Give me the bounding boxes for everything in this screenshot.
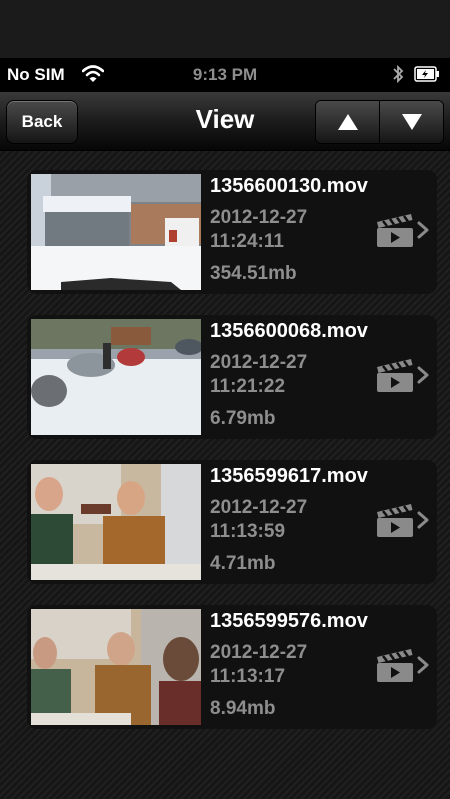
video-list-item[interactable]: 1356599576.mov 2012-12-27 11:13:17 8.94m… [27, 605, 437, 729]
video-filename: 1356599617.mov [210, 465, 368, 487]
navigation-bar: Back View [0, 92, 450, 151]
battery-charging-icon [414, 66, 439, 82]
video-list-item[interactable]: 1356600068.mov 2012-12-27 11:21:22 6.79m… [27, 315, 437, 439]
back-button[interactable]: Back [6, 100, 78, 144]
chevron-right-icon [417, 511, 429, 529]
video-size: 4.71mb [210, 553, 276, 574]
clapperboard-icon [377, 649, 413, 682]
video-thumbnail [31, 319, 201, 435]
video-date: 2012-12-27 [210, 642, 308, 663]
video-date: 2012-12-27 [210, 497, 308, 518]
video-time: 11:13:17 [210, 666, 286, 687]
video-list-item[interactable]: 1356599617.mov 2012-12-27 11:13:59 4.71m… [27, 460, 437, 584]
video-size: 354.51mb [210, 263, 297, 284]
sort-segmented-control [315, 100, 444, 144]
video-thumbnail [31, 174, 201, 290]
video-list-item[interactable]: 1356600130.mov 2012-12-27 11:24:11 354.5… [27, 170, 437, 294]
video-date: 2012-12-27 [210, 207, 308, 228]
back-button-label: Back [21, 112, 63, 131]
video-time: 11:21:22 [210, 376, 286, 397]
video-filename: 1356600068.mov [210, 320, 368, 342]
video-size: 6.79mb [210, 408, 276, 429]
status-time: 9:13 PM [192, 65, 258, 84]
bluetooth-icon [393, 64, 404, 84]
video-time: 11:13:59 [210, 521, 286, 542]
page-title: View [195, 104, 255, 134]
video-filename: 1356599576.mov [210, 610, 368, 632]
clapperboard-icon [377, 359, 413, 392]
clapperboard-icon [377, 504, 413, 537]
chevron-right-icon [417, 221, 429, 239]
video-list[interactable]: 1356600130.mov 2012-12-27 11:24:11 354.5… [0, 151, 450, 799]
video-time: 11:24:11 [210, 231, 284, 252]
clapperboard-icon [377, 214, 413, 247]
video-filename: 1356600130.mov [210, 175, 368, 197]
down-arrow-icon [401, 114, 422, 130]
up-arrow-icon [337, 114, 358, 130]
video-date: 2012-12-27 [210, 352, 308, 373]
chevron-right-icon [417, 366, 429, 384]
sort-down-button[interactable] [379, 101, 443, 143]
chevron-right-icon [417, 656, 429, 674]
sort-up-button[interactable] [316, 101, 379, 143]
video-size: 8.94mb [210, 698, 276, 719]
status-bar: No SIM 9:13 PM [0, 58, 450, 92]
video-thumbnail [31, 609, 201, 725]
video-thumbnail [31, 464, 201, 580]
